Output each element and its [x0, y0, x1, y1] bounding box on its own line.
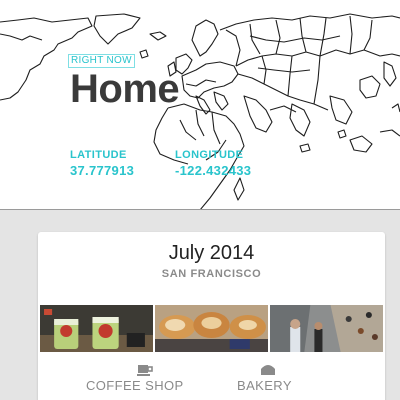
- world-map: [0, 13, 400, 209]
- bakery-icon: [261, 365, 275, 375]
- pastries-photo[interactable]: [155, 305, 268, 352]
- latitude-value: 37.777913: [70, 163, 135, 178]
- smoothies-photo[interactable]: [40, 305, 153, 352]
- longitude-label: LONGITUDE: [175, 149, 244, 161]
- longitude-value: -122.432433: [175, 163, 252, 178]
- photo-strip: [40, 305, 383, 352]
- climbing-gym-photo[interactable]: [270, 305, 383, 352]
- moment-card[interactable]: July 2014 SAN FRANCISCO COFFEE SHOP BAKE…: [38, 232, 385, 400]
- card-subtitle: SAN FRANCISCO: [161, 268, 262, 280]
- latitude-label: LATITUDE: [70, 149, 127, 161]
- card-title: July 2014: [168, 242, 255, 264]
- category-coffee-shop[interactable]: COFFEE SHOP: [86, 378, 184, 393]
- category-bakery[interactable]: BAKERY: [237, 378, 292, 393]
- location-header: RIGHT NOW Home LATITUDE LONGITUDE 37.777…: [0, 0, 400, 210]
- place-title: Home: [70, 67, 180, 111]
- coffee-cup-icon: [137, 365, 153, 376]
